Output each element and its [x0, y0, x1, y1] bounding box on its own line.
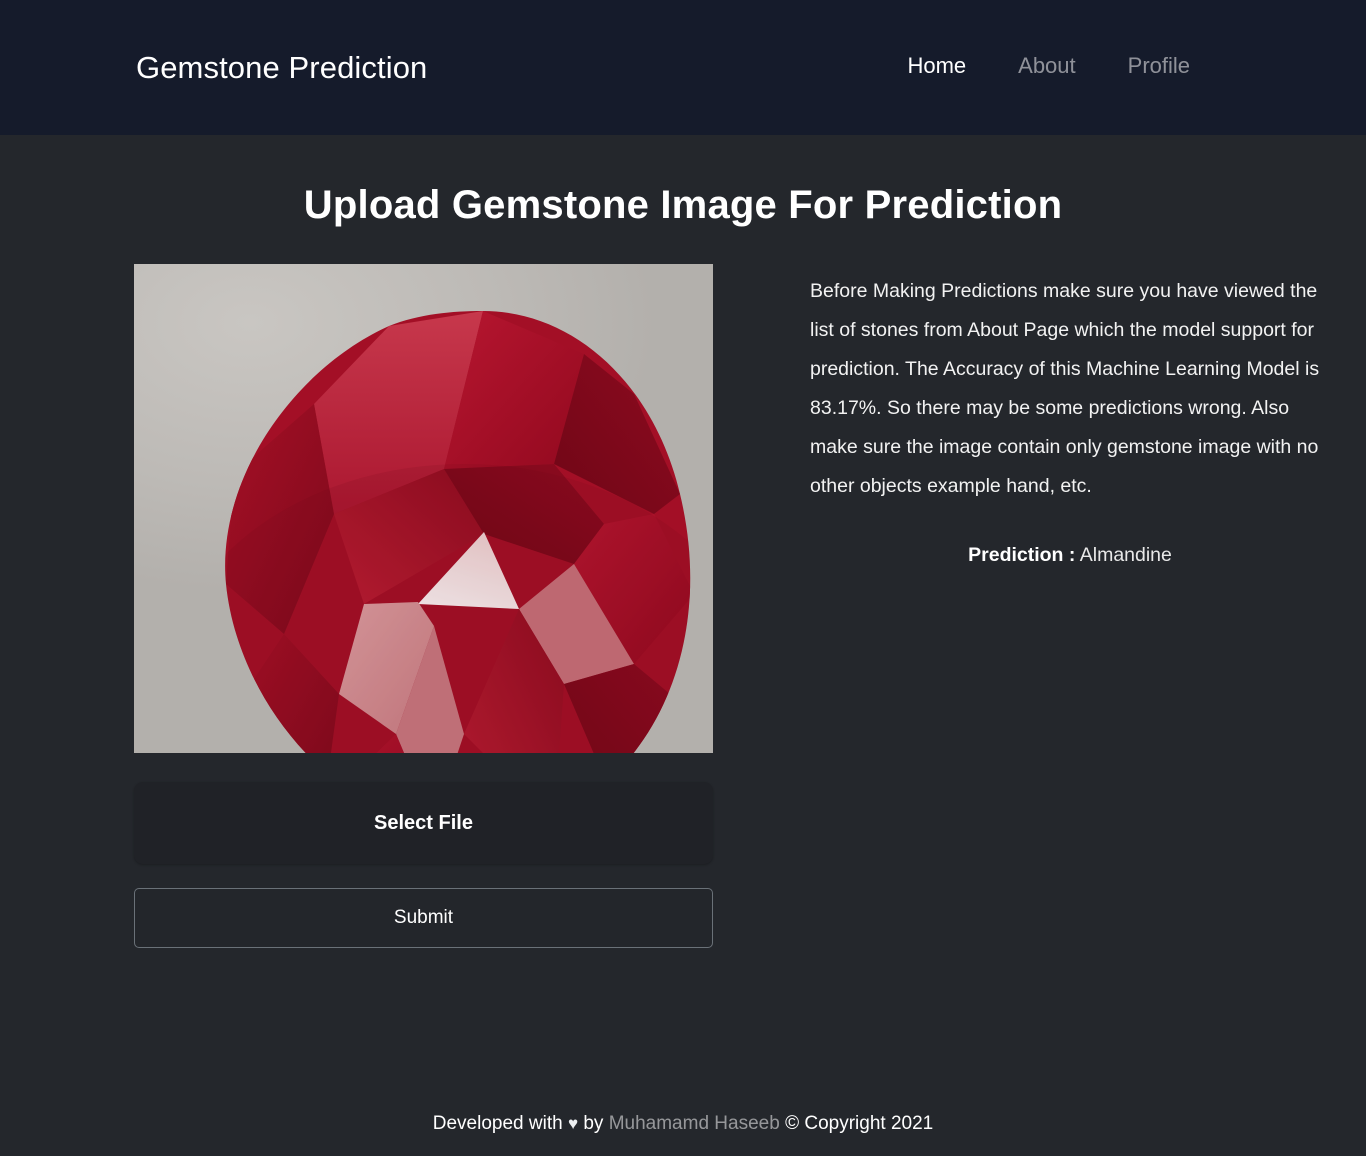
- select-file-button[interactable]: Select File: [134, 782, 713, 864]
- footer: Developed with ♥ by Muhamamd Haseeb © Co…: [0, 1092, 1366, 1156]
- prediction-result: Prediction : Almandine: [810, 544, 1330, 567]
- heart-icon: ♥: [567, 1114, 579, 1133]
- footer-prefix: Developed with: [432, 1113, 563, 1134]
- nav-link-profile[interactable]: Profile: [1102, 53, 1216, 79]
- prediction-label: Prediction :: [968, 544, 1076, 566]
- gemstone-image-preview: [134, 264, 713, 753]
- info-paragraph: Before Making Predictions make sure you …: [810, 280, 1320, 497]
- nav-link-about[interactable]: About: [992, 53, 1102, 79]
- footer-credit: Developed with ♥ by Muhamamd Haseeb © Co…: [433, 1113, 933, 1135]
- page-title: Upload Gemstone Image For Prediction: [303, 183, 1063, 227]
- footer-by: by: [583, 1113, 604, 1134]
- prediction-value: Almandine: [1079, 544, 1172, 566]
- navbar: Gemstone Prediction Home About Profile: [0, 0, 1366, 135]
- navbar-links: Home About Profile: [881, 53, 1216, 79]
- main-content: Select File Submit Before Making Predict…: [0, 264, 1366, 948]
- upload-column: Select File Submit: [134, 264, 714, 948]
- nav-link-home[interactable]: Home: [881, 53, 992, 79]
- gemstone-image: [225, 311, 691, 753]
- navbar-brand[interactable]: Gemstone Prediction: [136, 50, 427, 86]
- submit-button[interactable]: Submit: [134, 888, 713, 948]
- footer-copyright: © Copyright 2021: [785, 1113, 934, 1134]
- info-column: Before Making Predictions make sure you …: [810, 264, 1340, 948]
- author-link[interactable]: Muhamamd Haseeb: [609, 1113, 780, 1134]
